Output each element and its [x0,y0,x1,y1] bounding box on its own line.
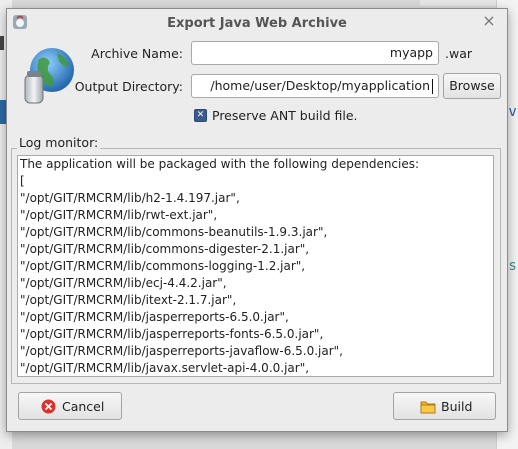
background-marker [0,36,4,50]
log-line: "/opt/GIT/RMCRM/lib/jasperreports-fonts-… [20,327,324,341]
text-caret [432,79,433,94]
log-monitor-textarea[interactable]: The application will be packaged with th… [17,155,494,377]
output-directory-input[interactable]: /home/user/Desktop/myapplication [191,74,439,98]
browse-button[interactable]: Browse [443,73,501,99]
log-line: "/opt/GIT/RMCRM/lib/commons-digester-2.1… [20,242,310,256]
close-icon[interactable]: × [481,13,497,29]
log-monitor-label: Log monitor: [17,135,101,150]
log-line: "/opt/GIT/RMCRM/lib/itext-2.1.7.jar", [20,293,237,307]
log-line: "/opt/GIT/RMCRM/lib/rwt-ext.jar", [20,208,218,222]
log-line: "/opt/GIT/RMCRM/lib/commons-logging-1.2.… [20,259,306,273]
log-line: "/opt/GIT/RMCRM/lib/javax.servlet-api-4.… [20,361,310,375]
archive-suffix-label: .war [445,46,472,61]
log-line: "/opt/GIT/RMCRM/lib/h2-1.4.197.jar", [20,191,240,205]
output-directory-value: /home/user/Desktop/myapplication [210,78,430,93]
build-button[interactable]: Build [393,392,496,420]
archive-name-label: Archive Name: [91,46,183,61]
log-line: "/opt/GIT/RMCRM/lib/commons-beanutils-1.… [20,225,328,239]
build-label: Build [441,399,473,414]
background-window-top [420,0,496,6]
preserve-ant-checkbox[interactable]: ✕ [194,109,207,122]
log-line: The application will be packaged with th… [20,157,420,171]
preserve-ant-label[interactable]: Preserve ANT build file. [212,108,358,123]
build-icon [420,399,436,414]
cancel-button[interactable]: Cancel [18,392,122,420]
archive-name-input[interactable]: myapp [191,41,439,65]
log-line: "/opt/GIT/RMCRM/lib/jasperreports-6.5.0.… [20,310,289,324]
log-line: "/opt/GIT/RMCRM/lib/ecj-4.4.2.jar", [20,276,227,290]
cancel-icon [41,399,56,414]
dialog-title: Export Java Web Archive [167,16,347,31]
export-war-dialog: Export Java Web Archive × Archive Name: … [6,8,508,432]
log-line: "/opt/GIT/RMCRM/lib/jasperreports-javafl… [20,344,343,358]
dialog-titlebar[interactable]: Export Java Web Archive × [7,9,507,37]
log-line: [ [20,174,25,188]
output-directory-label: Output Directory: [74,79,183,94]
cancel-label: Cancel [62,399,105,414]
